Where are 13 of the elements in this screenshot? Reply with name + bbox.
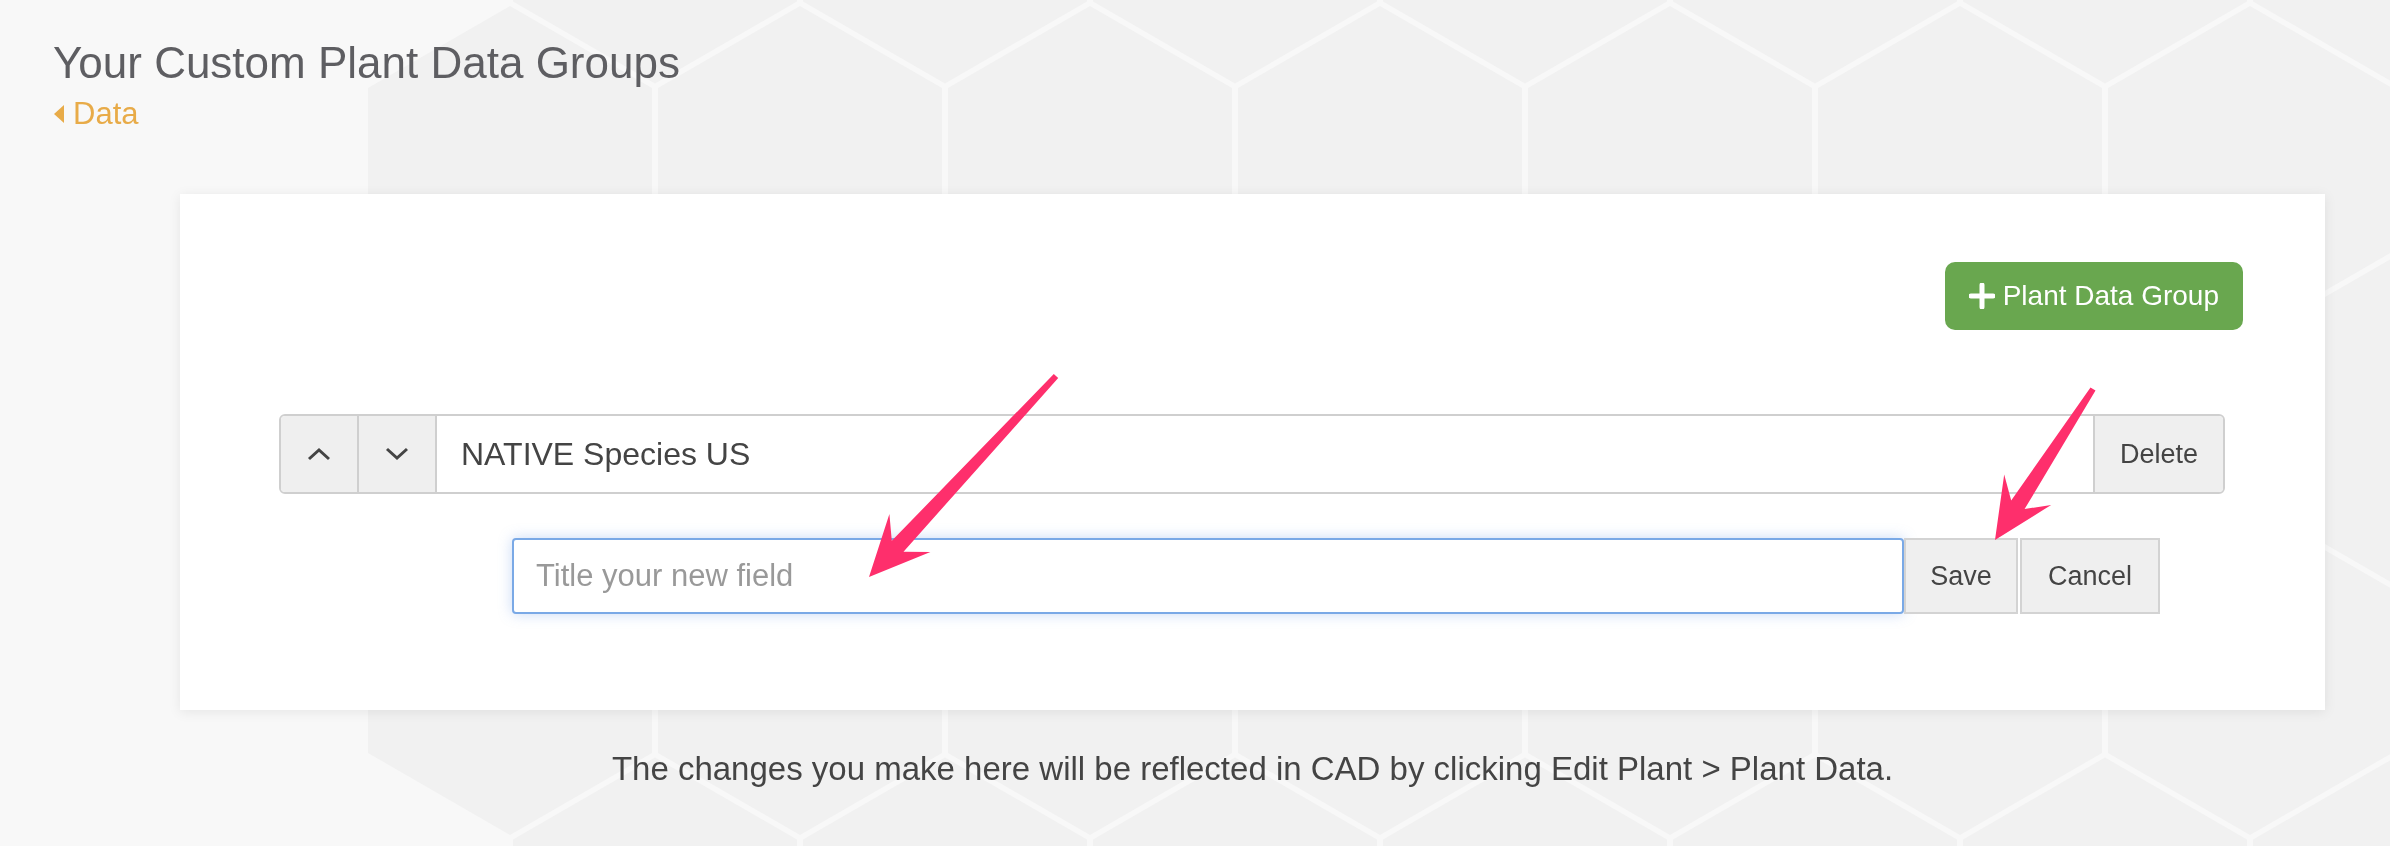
chevron-down-icon bbox=[385, 447, 409, 461]
footer-note: The changes you make here will be reflected in CAD by clicking Edit Plant > Plant Data. bbox=[610, 750, 1895, 788]
move-up-button[interactable] bbox=[281, 416, 359, 492]
group-name: NATIVE Species US bbox=[460, 434, 752, 474]
caret-left-icon bbox=[53, 104, 65, 124]
chevron-up-icon bbox=[307, 447, 331, 461]
save-button[interactable]: Save bbox=[1904, 538, 2018, 614]
new-field-input[interactable]: Title your new field bbox=[512, 538, 1904, 614]
page-title: Your Custom Plant Data Groups bbox=[53, 40, 681, 86]
move-down-button[interactable] bbox=[359, 416, 437, 492]
delete-button[interactable]: Delete bbox=[2093, 416, 2223, 492]
cancel-button[interactable]: Cancel bbox=[2020, 538, 2160, 614]
plus-icon bbox=[1968, 283, 1995, 309]
